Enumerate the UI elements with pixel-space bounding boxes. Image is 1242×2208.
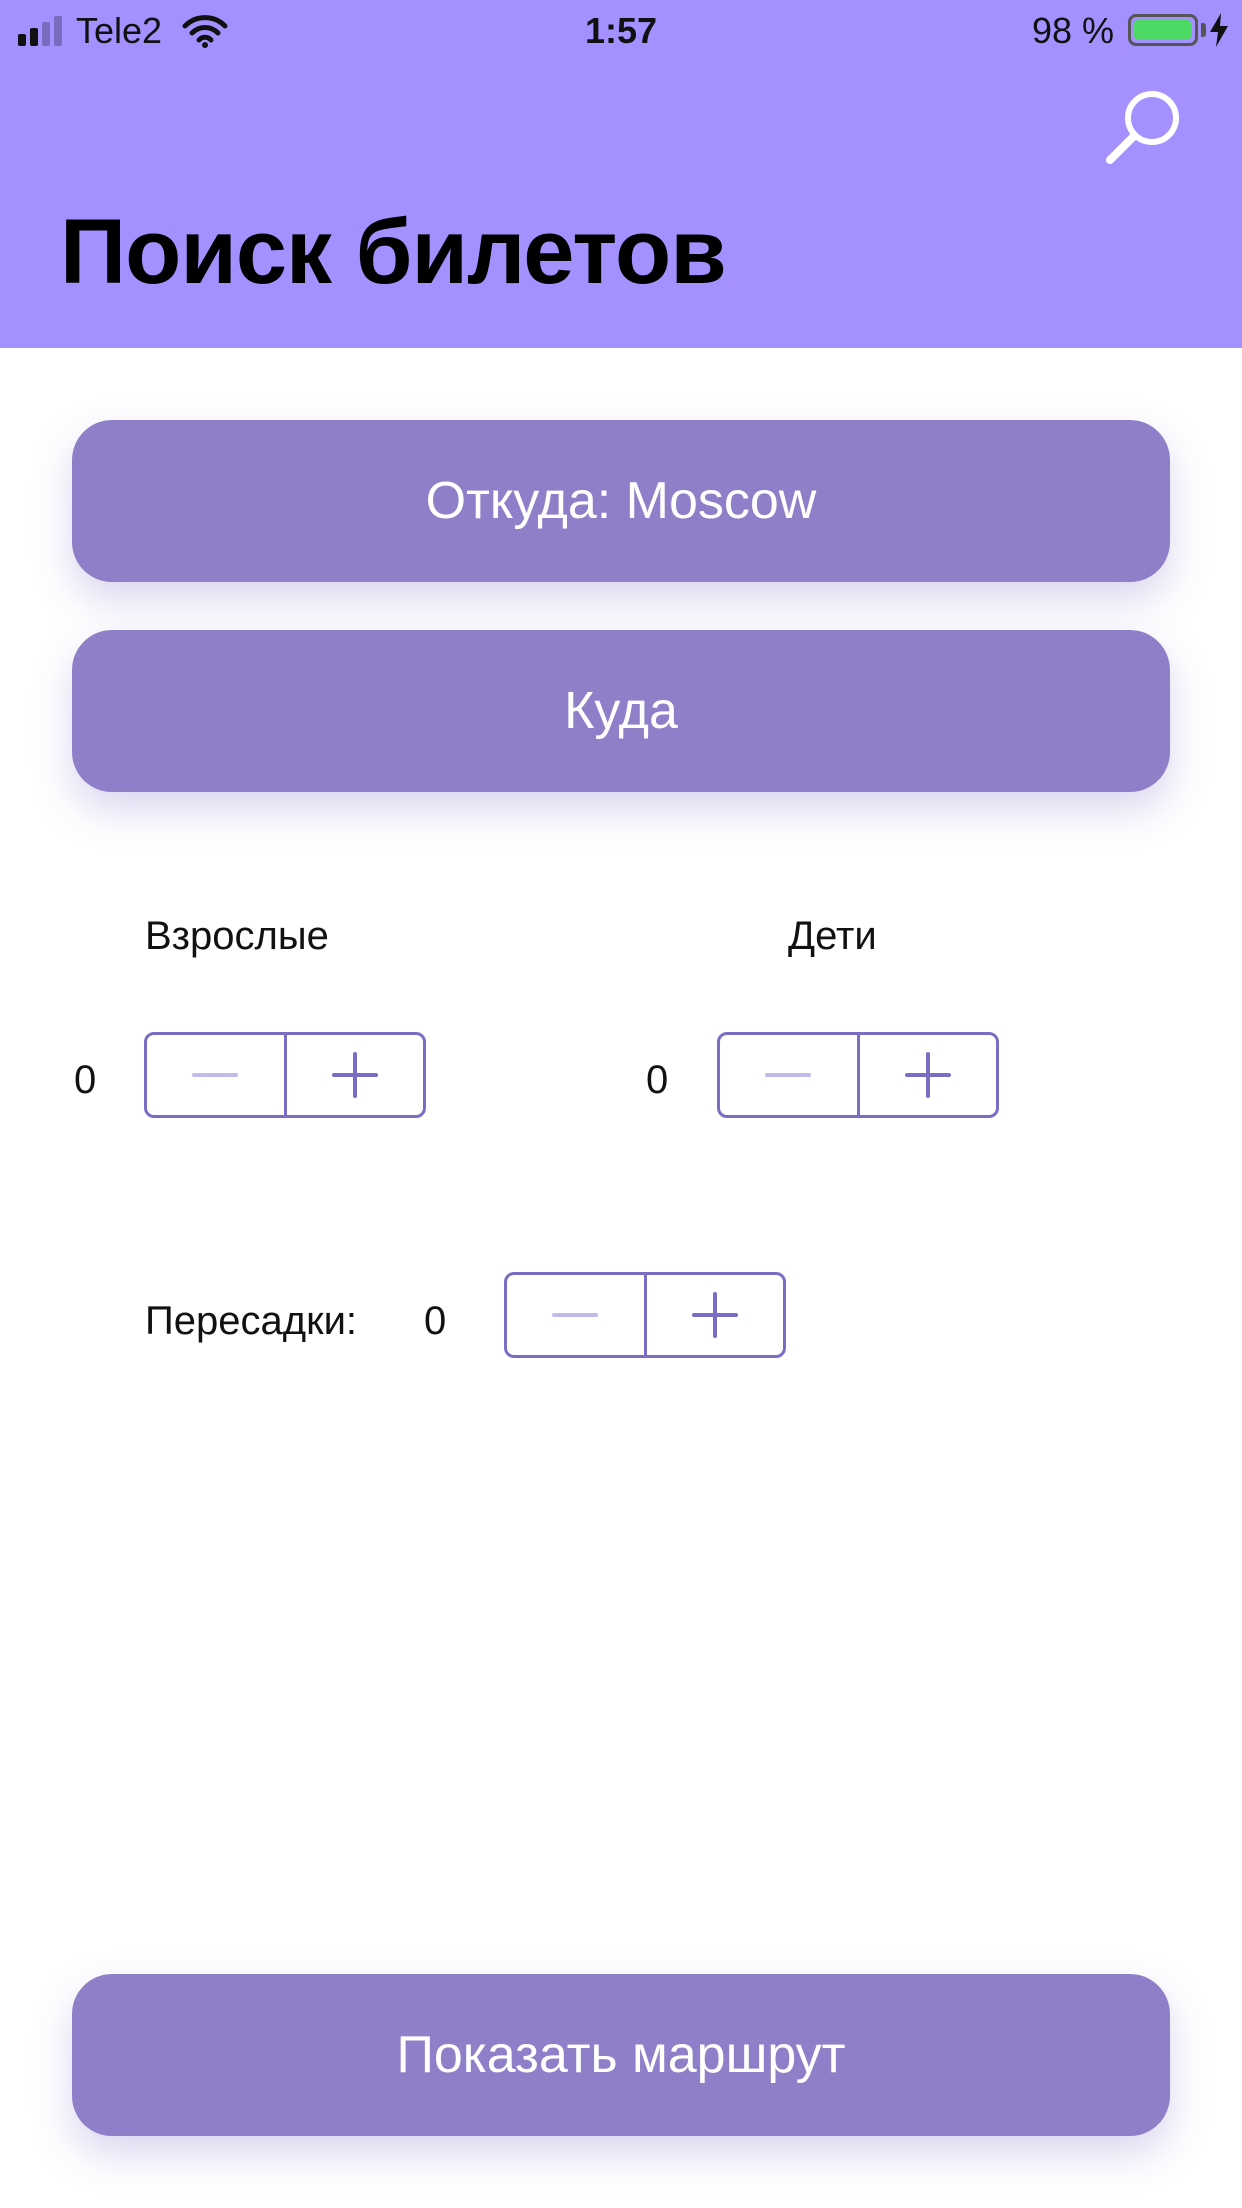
- adults-stepper[interactable]: [144, 1032, 426, 1118]
- adults-decrement-button[interactable]: [147, 1035, 287, 1115]
- search-icon[interactable]: [1100, 84, 1186, 170]
- children-label: Дети: [788, 914, 877, 958]
- battery-icon: [1128, 14, 1198, 46]
- adults-increment-button[interactable]: [287, 1035, 424, 1115]
- ticket-search-screen: Tele2 1:57 98 % Поиск билетов Откуда: Mo…: [0, 0, 1242, 2208]
- transfers-increment-button[interactable]: [647, 1275, 784, 1355]
- page-title: Поиск билетов: [60, 201, 727, 303]
- children-increment-button[interactable]: [860, 1035, 997, 1115]
- adults-label: Взрослые: [145, 914, 329, 958]
- transfers-stepper[interactable]: [504, 1272, 786, 1358]
- battery-tip: [1201, 23, 1206, 37]
- children-decrement-button[interactable]: [720, 1035, 860, 1115]
- children-stepper[interactable]: [717, 1032, 999, 1118]
- adults-count: 0: [74, 1058, 97, 1102]
- transfers-decrement-button[interactable]: [507, 1275, 647, 1355]
- charging-bolt-icon: [1210, 13, 1228, 47]
- minus-icon: [192, 1073, 239, 1077]
- minus-icon: [765, 1073, 812, 1077]
- header: Tele2 1:57 98 % Поиск билетов: [0, 0, 1242, 348]
- show-route-button[interactable]: Показать маршрут: [72, 1974, 1170, 2136]
- to-city-button[interactable]: Куда: [72, 630, 1170, 792]
- transfers-count: 0: [424, 1299, 447, 1343]
- from-city-button[interactable]: Откуда: Moscow: [72, 420, 1170, 582]
- minus-icon: [552, 1313, 599, 1317]
- children-count: 0: [646, 1058, 669, 1102]
- status-bar: Tele2 1:57 98 %: [0, 0, 1242, 62]
- transfers-label: Пересадки:: [145, 1299, 358, 1343]
- battery-percent: 98 %: [1031, 10, 1114, 51]
- battery-level: [1134, 20, 1191, 40]
